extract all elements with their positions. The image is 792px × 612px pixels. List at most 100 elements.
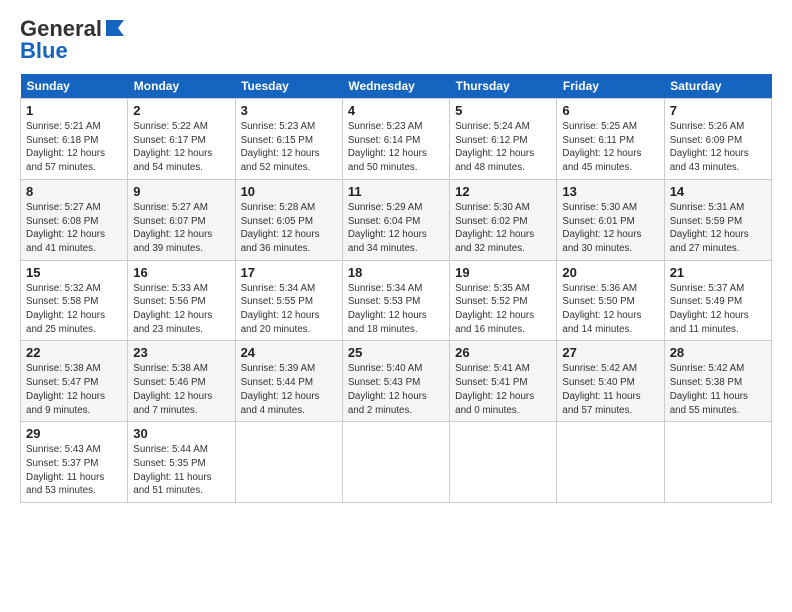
day-number: 24 — [241, 345, 337, 360]
day-detail: Sunrise: 5:39 AM Sunset: 5:44 PM Dayligh… — [241, 362, 337, 417]
calendar-week-1: 1 Sunrise: 5:21 AM Sunset: 6:18 PM Dayli… — [21, 99, 772, 180]
day-detail: Sunrise: 5:32 AM Sunset: 5:58 PM Dayligh… — [26, 282, 122, 337]
day-number: 10 — [241, 184, 337, 199]
day-number: 8 — [26, 184, 122, 199]
calendar-cell: 30 Sunrise: 5:44 AM Sunset: 5:35 PM Dayl… — [128, 422, 235, 503]
calendar-cell: 27 Sunrise: 5:42 AM Sunset: 5:40 PM Dayl… — [557, 341, 664, 422]
calendar-week-3: 15 Sunrise: 5:32 AM Sunset: 5:58 PM Dayl… — [21, 260, 772, 341]
calendar-cell: 22 Sunrise: 5:38 AM Sunset: 5:47 PM Dayl… — [21, 341, 128, 422]
calendar-cell: 1 Sunrise: 5:21 AM Sunset: 6:18 PM Dayli… — [21, 99, 128, 180]
day-detail: Sunrise: 5:31 AM Sunset: 5:59 PM Dayligh… — [670, 201, 766, 256]
day-number: 22 — [26, 345, 122, 360]
calendar-cell: 25 Sunrise: 5:40 AM Sunset: 5:43 PM Dayl… — [342, 341, 449, 422]
day-number: 18 — [348, 265, 444, 280]
calendar-cell: 13 Sunrise: 5:30 AM Sunset: 6:01 PM Dayl… — [557, 179, 664, 260]
weekday-header-saturday: Saturday — [664, 74, 771, 99]
calendar-week-4: 22 Sunrise: 5:38 AM Sunset: 5:47 PM Dayl… — [21, 341, 772, 422]
calendar-cell: 5 Sunrise: 5:24 AM Sunset: 6:12 PM Dayli… — [450, 99, 557, 180]
day-detail: Sunrise: 5:30 AM Sunset: 6:02 PM Dayligh… — [455, 201, 551, 256]
weekday-header-monday: Monday — [128, 74, 235, 99]
day-detail: Sunrise: 5:34 AM Sunset: 5:55 PM Dayligh… — [241, 282, 337, 337]
calendar-cell: 23 Sunrise: 5:38 AM Sunset: 5:46 PM Dayl… — [128, 341, 235, 422]
calendar-cell: 29 Sunrise: 5:43 AM Sunset: 5:37 PM Dayl… — [21, 422, 128, 503]
calendar-cell: 19 Sunrise: 5:35 AM Sunset: 5:52 PM Dayl… — [450, 260, 557, 341]
calendar-cell: 11 Sunrise: 5:29 AM Sunset: 6:04 PM Dayl… — [342, 179, 449, 260]
weekday-header-friday: Friday — [557, 74, 664, 99]
day-detail: Sunrise: 5:29 AM Sunset: 6:04 PM Dayligh… — [348, 201, 444, 256]
calendar-cell: 16 Sunrise: 5:33 AM Sunset: 5:56 PM Dayl… — [128, 260, 235, 341]
day-number: 5 — [455, 103, 551, 118]
calendar-cell — [557, 422, 664, 503]
calendar-cell: 17 Sunrise: 5:34 AM Sunset: 5:55 PM Dayl… — [235, 260, 342, 341]
day-detail: Sunrise: 5:42 AM Sunset: 5:40 PM Dayligh… — [562, 362, 658, 417]
weekday-header-wednesday: Wednesday — [342, 74, 449, 99]
calendar-cell: 12 Sunrise: 5:30 AM Sunset: 6:02 PM Dayl… — [450, 179, 557, 260]
day-number: 11 — [348, 184, 444, 199]
calendar-cell: 9 Sunrise: 5:27 AM Sunset: 6:07 PM Dayli… — [128, 179, 235, 260]
day-number: 14 — [670, 184, 766, 199]
day-detail: Sunrise: 5:44 AM Sunset: 5:35 PM Dayligh… — [133, 443, 229, 498]
calendar-cell: 18 Sunrise: 5:34 AM Sunset: 5:53 PM Dayl… — [342, 260, 449, 341]
calendar-cell: 14 Sunrise: 5:31 AM Sunset: 5:59 PM Dayl… — [664, 179, 771, 260]
day-number: 3 — [241, 103, 337, 118]
day-detail: Sunrise: 5:28 AM Sunset: 6:05 PM Dayligh… — [241, 201, 337, 256]
weekday-header-tuesday: Tuesday — [235, 74, 342, 99]
day-detail: Sunrise: 5:34 AM Sunset: 5:53 PM Dayligh… — [348, 282, 444, 337]
calendar-week-5: 29 Sunrise: 5:43 AM Sunset: 5:37 PM Dayl… — [21, 422, 772, 503]
day-detail: Sunrise: 5:27 AM Sunset: 6:07 PM Dayligh… — [133, 201, 229, 256]
day-detail: Sunrise: 5:27 AM Sunset: 6:08 PM Dayligh… — [26, 201, 122, 256]
day-detail: Sunrise: 5:36 AM Sunset: 5:50 PM Dayligh… — [562, 282, 658, 337]
header: General Blue — [20, 16, 772, 64]
calendar-cell: 28 Sunrise: 5:42 AM Sunset: 5:38 PM Dayl… — [664, 341, 771, 422]
calendar-cell: 7 Sunrise: 5:26 AM Sunset: 6:09 PM Dayli… — [664, 99, 771, 180]
calendar-cell: 8 Sunrise: 5:27 AM Sunset: 6:08 PM Dayli… — [21, 179, 128, 260]
logo-flag-icon — [104, 18, 126, 38]
day-number: 26 — [455, 345, 551, 360]
day-number: 4 — [348, 103, 444, 118]
day-number: 13 — [562, 184, 658, 199]
day-detail: Sunrise: 5:38 AM Sunset: 5:46 PM Dayligh… — [133, 362, 229, 417]
day-detail: Sunrise: 5:43 AM Sunset: 5:37 PM Dayligh… — [26, 443, 122, 498]
calendar-week-2: 8 Sunrise: 5:27 AM Sunset: 6:08 PM Dayli… — [21, 179, 772, 260]
day-number: 2 — [133, 103, 229, 118]
calendar-table: SundayMondayTuesdayWednesdayThursdayFrid… — [20, 74, 772, 503]
day-detail: Sunrise: 5:25 AM Sunset: 6:11 PM Dayligh… — [562, 120, 658, 175]
day-detail: Sunrise: 5:35 AM Sunset: 5:52 PM Dayligh… — [455, 282, 551, 337]
calendar-cell: 24 Sunrise: 5:39 AM Sunset: 5:44 PM Dayl… — [235, 341, 342, 422]
day-detail: Sunrise: 5:41 AM Sunset: 5:41 PM Dayligh… — [455, 362, 551, 417]
day-detail: Sunrise: 5:40 AM Sunset: 5:43 PM Dayligh… — [348, 362, 444, 417]
day-number: 9 — [133, 184, 229, 199]
day-detail: Sunrise: 5:22 AM Sunset: 6:17 PM Dayligh… — [133, 120, 229, 175]
calendar-cell: 15 Sunrise: 5:32 AM Sunset: 5:58 PM Dayl… — [21, 260, 128, 341]
calendar-cell: 3 Sunrise: 5:23 AM Sunset: 6:15 PM Dayli… — [235, 99, 342, 180]
weekday-header-row: SundayMondayTuesdayWednesdayThursdayFrid… — [21, 74, 772, 99]
day-number: 27 — [562, 345, 658, 360]
logo: General Blue — [20, 16, 126, 64]
calendar-cell: 20 Sunrise: 5:36 AM Sunset: 5:50 PM Dayl… — [557, 260, 664, 341]
day-number: 30 — [133, 426, 229, 441]
day-detail: Sunrise: 5:33 AM Sunset: 5:56 PM Dayligh… — [133, 282, 229, 337]
calendar-cell: 4 Sunrise: 5:23 AM Sunset: 6:14 PM Dayli… — [342, 99, 449, 180]
day-number: 29 — [26, 426, 122, 441]
logo-block: General Blue — [20, 16, 126, 64]
day-detail: Sunrise: 5:21 AM Sunset: 6:18 PM Dayligh… — [26, 120, 122, 175]
day-detail: Sunrise: 5:26 AM Sunset: 6:09 PM Dayligh… — [670, 120, 766, 175]
day-number: 25 — [348, 345, 444, 360]
day-number: 20 — [562, 265, 658, 280]
day-number: 21 — [670, 265, 766, 280]
calendar-cell: 21 Sunrise: 5:37 AM Sunset: 5:49 PM Dayl… — [664, 260, 771, 341]
day-detail: Sunrise: 5:24 AM Sunset: 6:12 PM Dayligh… — [455, 120, 551, 175]
calendar-cell — [664, 422, 771, 503]
day-number: 16 — [133, 265, 229, 280]
calendar-cell: 2 Sunrise: 5:22 AM Sunset: 6:17 PM Dayli… — [128, 99, 235, 180]
day-detail: Sunrise: 5:37 AM Sunset: 5:49 PM Dayligh… — [670, 282, 766, 337]
day-detail: Sunrise: 5:30 AM Sunset: 6:01 PM Dayligh… — [562, 201, 658, 256]
calendar-cell: 10 Sunrise: 5:28 AM Sunset: 6:05 PM Dayl… — [235, 179, 342, 260]
day-detail: Sunrise: 5:38 AM Sunset: 5:47 PM Dayligh… — [26, 362, 122, 417]
calendar-cell — [450, 422, 557, 503]
day-number: 12 — [455, 184, 551, 199]
day-number: 17 — [241, 265, 337, 280]
day-number: 19 — [455, 265, 551, 280]
day-number: 15 — [26, 265, 122, 280]
day-number: 7 — [670, 103, 766, 118]
